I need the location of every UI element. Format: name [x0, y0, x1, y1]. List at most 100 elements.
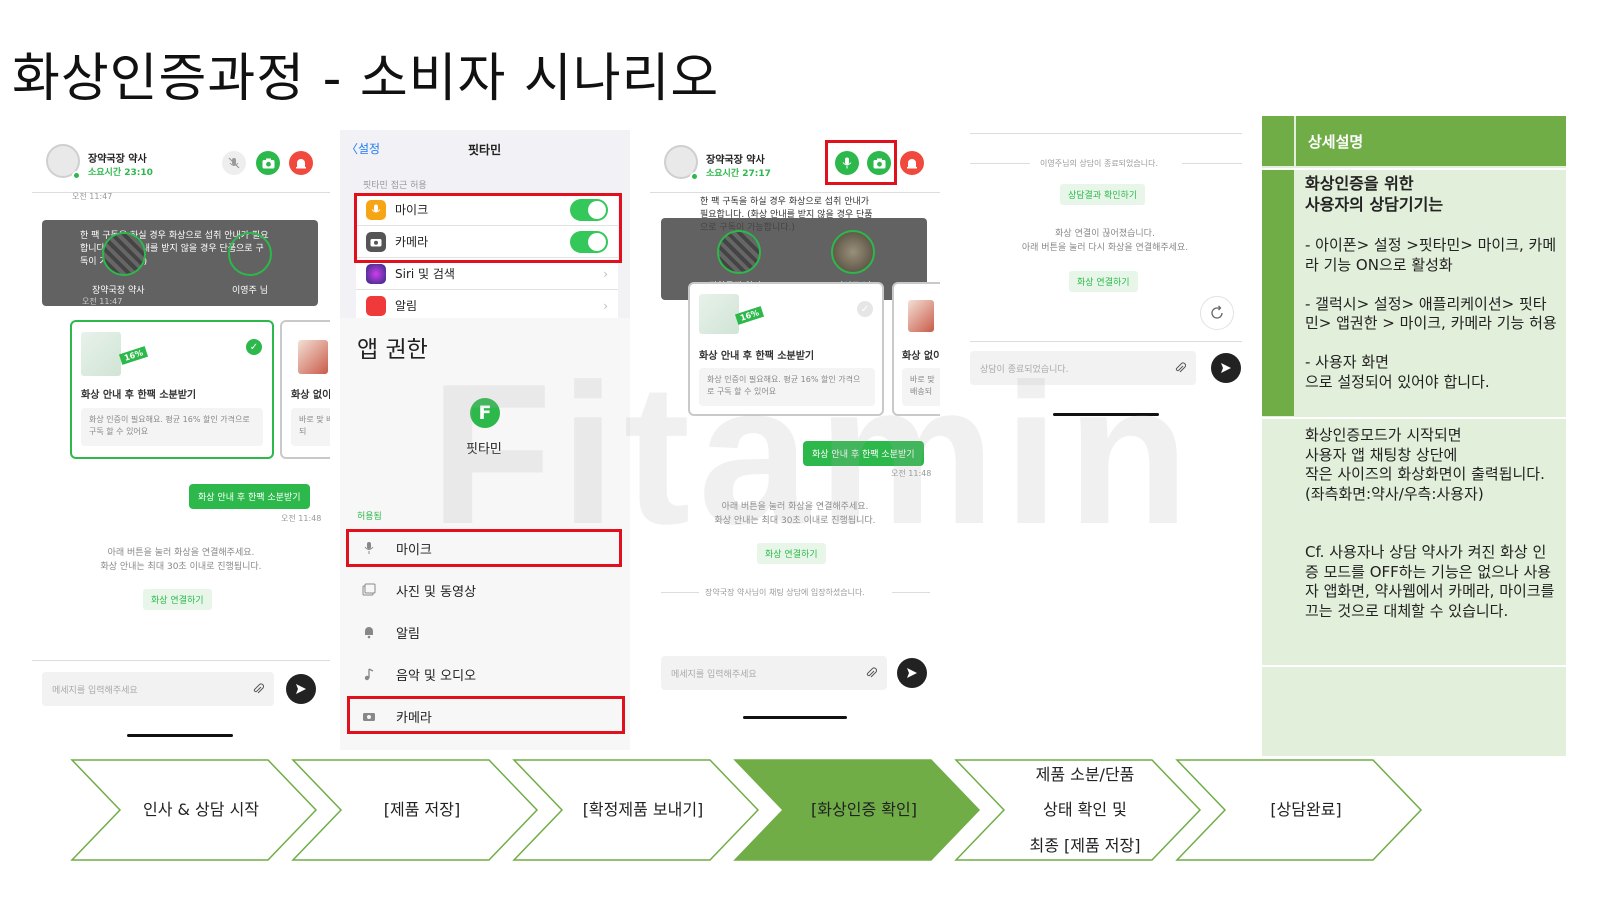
elapsed-time: 소요시간 27:17 — [706, 169, 771, 179]
consult-ended-notice: 이영주님의 상담이 종료되었습니다. — [1040, 159, 1159, 168]
flow-step-label-3: [확정제품 보내기] — [582, 800, 704, 820]
overlay-time: 오전 11:47 — [82, 297, 123, 306]
user-video — [228, 232, 272, 276]
phone-screen-settings-ios: 〈설정 핏타민 핏타민 접근 허용 마이크 카메라 Siri 및 검색 › 알림… — [340, 130, 630, 322]
product-option-card-2[interactable]: 화상 없이 바로 맞 배송되 — [892, 282, 940, 416]
product-option-card[interactable]: 16% ✓ 화상 안내 후 한팩 소분받기 화상 인증이 필요해요. 평균 16… — [70, 320, 274, 459]
description-left-bar — [1262, 116, 1294, 166]
ended-divider-right — [1182, 163, 1242, 164]
reconnect-button[interactable]: 화상 연결하기 — [1069, 271, 1138, 292]
bell-icon — [365, 627, 373, 639]
highlight-android-microphone — [346, 529, 622, 567]
flow-step-label-6: [상담완료] — [1270, 800, 1342, 820]
description-header: 상세설명 — [1296, 116, 1566, 166]
perm-label: 사진 및 동영상 — [396, 584, 477, 600]
phone-screen-3: 장약국장 약사 소요시간 27:17 한 팩 구독을 하실 경우 화상으로 섭취… — [650, 130, 940, 730]
product-option-card[interactable]: 16% ✓ 화상 안내 후 한팩 소분받기 화상 인증이 필요해요. 평균 16… — [688, 282, 884, 416]
send-button[interactable] — [897, 658, 927, 688]
paperclip-icon[interactable] — [252, 683, 264, 695]
message-input-placeholder: 상담이 종료되었습니다. — [980, 364, 1069, 375]
selected-check-icon: ✓ — [246, 339, 262, 355]
message-input[interactable]: 메세지를 입력해주세요 — [661, 656, 887, 690]
process-flow-labels: 인사 & 상담 시작 [제품 저장] [확정제품 보내기] [화상인증 확인] 제품 소… — [60, 758, 1440, 862]
mic-icon — [842, 157, 852, 169]
camera-button[interactable] — [256, 151, 280, 175]
perm-photos[interactable]: 사진 및 동영상 — [348, 570, 624, 610]
app-permissions-title: 앱 권한 — [357, 337, 428, 363]
home-indicator — [1053, 413, 1159, 416]
pharmacist-name: 장약국장 약사 — [706, 155, 765, 166]
description-left-bar-2 — [1262, 170, 1294, 416]
pharmacist-video — [102, 232, 146, 276]
message-input-placeholder: 메세지를 입력해주세요 — [52, 685, 138, 696]
mic-off-icon — [228, 157, 240, 169]
chevron-right-icon: › — [603, 298, 608, 313]
camera-button[interactable] — [867, 151, 891, 175]
input-divider — [32, 660, 330, 661]
discount-badge: 16% — [734, 306, 765, 325]
send-button[interactable] — [286, 674, 316, 704]
paperclip-icon[interactable] — [865, 667, 877, 679]
home-indicator — [127, 734, 233, 737]
perm-music[interactable]: 음악 및 오디오 — [348, 654, 624, 694]
chevron-left-icon: 〈 — [346, 142, 359, 156]
chevron-right-icon: › — [603, 266, 608, 281]
paperclip-icon[interactable] — [1174, 362, 1186, 374]
alert-button[interactable] — [289, 151, 313, 175]
card-title-2: 화상 없이 — [291, 390, 330, 401]
send-icon — [296, 684, 306, 694]
user-video — [831, 230, 875, 274]
back-button[interactable]: 〈설정 — [346, 140, 380, 157]
video-connect-button[interactable]: 화상 연결하기 — [143, 589, 212, 610]
page-title: 화상인증과정 - 소비자 시나리오 — [12, 49, 720, 109]
refresh-button[interactable] — [1200, 296, 1234, 330]
refresh-icon — [1211, 305, 1223, 319]
description-block2-body: 화상인증모드가 시작되면 사용자 앱 채팅창 상단에 작은 사이즈의 화상화면이… — [1305, 426, 1555, 620]
unselected-check-icon: ✓ — [857, 301, 873, 317]
description-divider-1 — [1262, 168, 1566, 170]
connect-notice: 아래 버튼을 눌러 화상을 연결해주세요. 화상 안내는 최대 30초 이내로 … — [714, 502, 876, 526]
siren-icon — [907, 159, 917, 169]
app-logo: F — [470, 398, 500, 428]
video-overlay: 한 팩 구독을 하실 경우 화상으로 섭취 안내가 필요합니다. (화상 안내를… — [42, 220, 318, 306]
online-indicator — [690, 172, 699, 181]
view-result-button[interactable]: 상담결과 확인하기 — [1060, 184, 1146, 205]
ended-divider-left — [970, 163, 1030, 164]
card-description: 화상 인증이 필요해요. 평균 16% 할인 가격으로 구독 할 수 있어요 — [81, 408, 263, 446]
entered-divider-left — [661, 592, 699, 593]
message-input[interactable]: 메세지를 입력해주세요 — [42, 672, 274, 706]
product-image-2 — [908, 300, 934, 332]
discount-badge: 16% — [118, 346, 149, 365]
flow-step-label-5: 제품 소분/단품 상태 확인 및 최종 [제품 저장] — [1029, 765, 1141, 855]
perm-notifications[interactable]: 알림 — [348, 612, 624, 652]
app-name: 핏타민 — [466, 442, 502, 457]
camera-icon — [873, 158, 885, 168]
highlight-android-camera — [347, 696, 625, 734]
product-option-card-2[interactable]: 화상 없이 바로 맞 배송되 — [280, 320, 330, 459]
pharmacist-video — [717, 230, 761, 274]
flow-step-label-1: 인사 & 상담 시작 — [142, 800, 260, 820]
disconnected-notice: 화상 연결이 끊어졌습니다. 아래 버튼을 눌러 다시 화상을 연결해주세요. — [1021, 229, 1189, 253]
pharmacist-entered-notice: 장약국장 약사님이 채팅 상담에 입장하셨습니다. — [705, 588, 865, 597]
siri-icon — [366, 263, 386, 284]
app-logo-letter: F — [478, 402, 492, 424]
user-video-label: 이영주 님 — [232, 286, 268, 296]
entered-divider-right — [892, 592, 930, 593]
alert-button[interactable] — [900, 151, 924, 175]
card-title: 화상 안내 후 한팩 소분받기 — [699, 351, 815, 362]
sent-message-time: 오전 11:48 — [891, 469, 932, 478]
message-input-disabled[interactable]: 상담이 종료되었습니다. — [970, 351, 1196, 385]
send-button[interactable] — [1211, 353, 1241, 383]
mic-off-button[interactable] — [222, 151, 246, 175]
notification-icon — [366, 295, 386, 316]
message-time: 오전 11:47 — [72, 192, 113, 201]
message-input-placeholder: 메세지를 입력해주세요 — [671, 669, 757, 680]
elapsed-time: 소요시간 23:10 — [88, 168, 153, 178]
sent-message-bubble: 화상 안내 후 한팩 소분받기 — [803, 441, 924, 466]
access-section-label: 핏타민 접근 허용 — [363, 181, 427, 191]
flow-step-label-2: [제품 저장] — [383, 800, 461, 820]
product-image — [699, 294, 739, 334]
description-panel: 상세설명 화상인증을 위한 사용자의 상담기기는 - 아이폰> 설정 >핏타민>… — [1262, 116, 1566, 756]
mic-button[interactable] — [835, 151, 859, 175]
video-connect-button[interactable]: 화상 연결하기 — [757, 543, 826, 564]
